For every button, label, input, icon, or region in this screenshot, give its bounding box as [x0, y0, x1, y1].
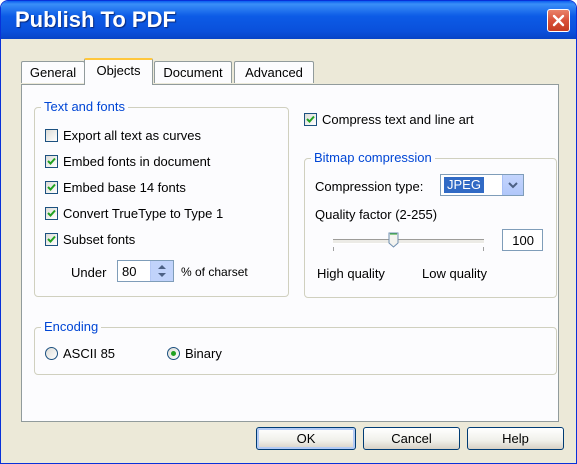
tab-objects[interactable]: Objects: [84, 58, 153, 85]
checkmark-icon: [47, 157, 56, 165]
encoding-group: Encoding ASCII 85 Binary: [34, 319, 557, 375]
close-button[interactable]: [547, 9, 570, 32]
title-bar[interactable]: Publish To PDF: [1, 1, 576, 39]
checkbox-box: [45, 180, 58, 194]
bitmap-compression-group: Bitmap compression Compression type: JPE…: [304, 150, 557, 298]
embed-fonts-checkbox[interactable]: Embed fonts in document: [45, 152, 210, 170]
checkmark-icon: [47, 235, 56, 243]
chevron-down-icon: [508, 182, 518, 189]
compression-type-select[interactable]: JPEG: [440, 174, 524, 196]
ascii85-radio[interactable]: ASCII 85: [45, 344, 115, 362]
quality-factor-input[interactable]: 100: [502, 229, 543, 251]
quality-slider-track[interactable]: [333, 239, 484, 244]
tab-advanced[interactable]: Advanced: [234, 61, 314, 83]
checkbox-label: Export all text as curves: [63, 127, 201, 143]
binary-radio[interactable]: Binary: [167, 344, 222, 362]
checkbox-label: Convert TrueType to Type 1: [63, 205, 224, 221]
embed-base-14-fonts-checkbox[interactable]: Embed base 14 fonts: [45, 178, 186, 196]
slider-tick: [333, 247, 334, 251]
radio-label: ASCII 85: [63, 345, 116, 361]
spinner-buttons[interactable]: [150, 261, 173, 281]
ok-button[interactable]: OK: [256, 427, 356, 450]
charset-percent-spinner[interactable]: 80: [117, 260, 174, 282]
window-title: Publish To PDF: [15, 7, 176, 32]
checkbox-box: [45, 206, 58, 220]
dropdown-button[interactable]: [502, 175, 523, 195]
under-label: Under: [71, 265, 107, 280]
encoding-label: Encoding: [41, 319, 102, 334]
compression-type-label: Compression type:: [315, 179, 424, 194]
checkbox-label: Embed base 14 fonts: [63, 179, 186, 195]
subset-fonts-checkbox[interactable]: Subset fonts: [45, 230, 135, 248]
quality-factor-value: 100: [512, 233, 534, 248]
quality-factor-label: Quality factor (2-255): [315, 207, 438, 222]
checkbox-box: [45, 232, 58, 246]
radio-dot: [171, 350, 176, 356]
tab-general[interactable]: General: [21, 61, 85, 83]
radio-label: Binary: [185, 345, 222, 361]
checkmark-icon: [47, 183, 56, 191]
radio-circle: [45, 346, 58, 360]
bitmap-compression-label: Bitmap compression: [311, 150, 435, 165]
low-quality-label: Low quality: [422, 266, 488, 281]
checkbox-label: Subset fonts: [63, 231, 136, 247]
cancel-button[interactable]: Cancel: [363, 427, 460, 450]
high-quality-label: High quality: [317, 266, 385, 281]
text-and-fonts-label: Text and fonts: [41, 99, 128, 114]
checkbox-box: [45, 128, 58, 142]
quality-slider-thumb[interactable]: [388, 232, 399, 248]
charset-label: % of charset: [181, 265, 248, 279]
slider-tick: [483, 247, 484, 251]
checkbox-label: Embed fonts in document: [63, 153, 211, 169]
checkmark-icon: [47, 209, 56, 217]
checkmark-icon: [306, 115, 315, 123]
convert-truetype-checkbox[interactable]: Convert TrueType to Type 1: [45, 204, 223, 222]
radio-circle: [167, 346, 180, 360]
checkbox-box: [304, 112, 317, 126]
spinner-arrows-icon: [158, 265, 166, 277]
text-and-fonts-group: Text and fonts Export all text as curves…: [34, 99, 289, 297]
checkbox-box: [45, 154, 58, 168]
compress-text-line-art-checkbox[interactable]: Compress text and line art: [304, 110, 474, 128]
spinner-value: 80: [122, 264, 137, 279]
help-button[interactable]: Help: [467, 427, 564, 450]
publish-to-pdf-dialog: Publish To PDF General Objects Document …: [0, 0, 577, 464]
objects-tab-panel: Text and fonts Export all text as curves…: [21, 84, 559, 422]
export-text-as-curves-checkbox[interactable]: Export all text as curves: [45, 126, 201, 144]
tab-document[interactable]: Document: [154, 61, 232, 83]
close-icon: [552, 14, 565, 27]
checkbox-label: Compress text and line art: [322, 111, 474, 127]
compression-type-value: JPEG: [443, 176, 485, 194]
